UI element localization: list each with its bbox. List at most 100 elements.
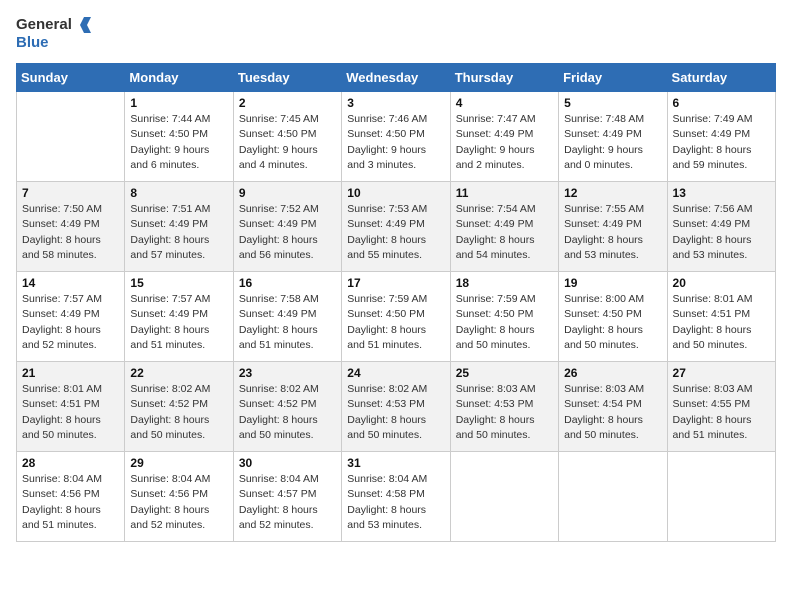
calendar-cell: 26 Sunrise: 8:03 AMSunset: 4:54 PMDayligh… [559,362,667,452]
day-info: Sunrise: 7:44 AMSunset: 4:50 PMDaylight:… [130,112,227,173]
day-number: 19 [564,276,661,290]
day-info: Sunrise: 7:47 AMSunset: 4:49 PMDaylight:… [456,112,553,173]
day-number: 29 [130,456,227,470]
day-info: Sunrise: 7:54 AMSunset: 4:49 PMDaylight:… [456,202,553,263]
calendar-cell: 4 Sunrise: 7:47 AMSunset: 4:49 PMDaylight… [450,92,558,182]
calendar-cell [450,452,558,542]
calendar-cell [667,452,775,542]
logo-flag-icon [74,16,92,34]
day-info: Sunrise: 8:03 AMSunset: 4:54 PMDaylight:… [564,382,661,443]
weekday-header: Wednesday [342,64,450,92]
day-info: Sunrise: 7:57 AMSunset: 4:49 PMDaylight:… [130,292,227,353]
calendar-cell: 18Sunrise: 7:59 AMSunset: 4:50 PMDayligh… [450,272,558,362]
day-number: 21 [22,366,119,380]
day-info: Sunrise: 7:55 AMSunset: 4:49 PMDaylight:… [564,202,661,263]
day-number: 13 [673,186,770,200]
day-number: 6 [673,96,770,110]
day-info: Sunrise: 8:04 AMSunset: 4:57 PMDaylight:… [239,472,336,533]
day-number: 27 [673,366,770,380]
calendar-cell: 14Sunrise: 7:57 AMSunset: 4:49 PMDayligh… [17,272,125,362]
calendar-cell: 19 Sunrise: 8:00 AMSunset: 4:50 PMDayligh… [559,272,667,362]
day-number: 9 [239,186,336,200]
calendar-cell: 22 Sunrise: 8:02 AMSunset: 4:52 PMDayligh… [125,362,233,452]
logo-general: General [16,16,72,33]
calendar-cell: 11 Sunrise: 7:54 AMSunset: 4:49 PMDayligh… [450,182,558,272]
day-number: 28 [22,456,119,470]
calendar-cell: 30 Sunrise: 8:04 AMSunset: 4:57 PMDayligh… [233,452,341,542]
day-number: 16 [239,276,336,290]
calendar-cell: 12 Sunrise: 7:55 AMSunset: 4:49 PMDayligh… [559,182,667,272]
day-info: Sunrise: 8:04 AMSunset: 4:58 PMDaylight:… [347,472,444,533]
calendar-table: SundayMondayTuesdayWednesdayThursdayFrid… [16,63,776,542]
calendar-cell: 20Sunrise: 8:01 AMSunset: 4:51 PMDayligh… [667,272,775,362]
calendar-cell: 10 Sunrise: 7:53 AMSunset: 4:49 PMDayligh… [342,182,450,272]
day-info: Sunrise: 8:02 AMSunset: 4:52 PMDaylight:… [239,382,336,443]
day-info: Sunrise: 8:01 AMSunset: 4:51 PMDaylight:… [22,382,119,443]
day-info: Sunrise: 8:03 AMSunset: 4:55 PMDaylight:… [673,382,770,443]
calendar-cell: 23 Sunrise: 8:02 AMSunset: 4:52 PMDayligh… [233,362,341,452]
day-info: Sunrise: 8:04 AMSunset: 4:56 PMDaylight:… [130,472,227,533]
calendar-cell: 28 Sunrise: 8:04 AMSunset: 4:56 PMDayligh… [17,452,125,542]
day-info: Sunrise: 8:03 AMSunset: 4:53 PMDaylight:… [456,382,553,443]
weekday-header: Thursday [450,64,558,92]
day-number: 5 [564,96,661,110]
calendar-cell: 17 Sunrise: 7:59 AMSunset: 4:50 PMDayligh… [342,272,450,362]
calendar-cell: 8Sunrise: 7:51 AMSunset: 4:49 PMDaylight… [125,182,233,272]
day-number: 20 [673,276,770,290]
day-info: Sunrise: 7:53 AMSunset: 4:49 PMDaylight:… [347,202,444,263]
day-number: 31 [347,456,444,470]
day-info: Sunrise: 8:04 AMSunset: 4:56 PMDaylight:… [22,472,119,533]
calendar-cell: 21 Sunrise: 8:01 AMSunset: 4:51 PMDayligh… [17,362,125,452]
calendar-cell: 24Sunrise: 8:02 AMSunset: 4:53 PMDayligh… [342,362,450,452]
day-number: 10 [347,186,444,200]
calendar-cell: 15 Sunrise: 7:57 AMSunset: 4:49 PMDayligh… [125,272,233,362]
day-number: 3 [347,96,444,110]
weekday-header: Saturday [667,64,775,92]
day-info: Sunrise: 7:59 AMSunset: 4:50 PMDaylight:… [456,292,553,353]
day-number: 15 [130,276,227,290]
day-number: 24 [347,366,444,380]
weekday-header: Friday [559,64,667,92]
day-info: Sunrise: 7:57 AMSunset: 4:49 PMDaylight:… [22,292,119,353]
day-info: Sunrise: 7:48 AMSunset: 4:49 PMDaylight:… [564,112,661,173]
day-number: 1 [130,96,227,110]
day-info: Sunrise: 7:45 AMSunset: 4:50 PMDaylight:… [239,112,336,173]
day-info: Sunrise: 7:59 AMSunset: 4:50 PMDaylight:… [347,292,444,353]
weekday-header: Monday [125,64,233,92]
calendar-cell: 2Sunrise: 7:45 AMSunset: 4:50 PMDaylight… [233,92,341,182]
day-number: 11 [456,186,553,200]
day-info: Sunrise: 8:00 AMSunset: 4:50 PMDaylight:… [564,292,661,353]
day-number: 22 [130,366,227,380]
day-number: 25 [456,366,553,380]
day-info: Sunrise: 8:02 AMSunset: 4:52 PMDaylight:… [130,382,227,443]
weekday-header: Sunday [17,64,125,92]
logo-blue: Blue [16,34,92,51]
day-info: Sunrise: 7:56 AMSunset: 4:49 PMDaylight:… [673,202,770,263]
day-number: 4 [456,96,553,110]
calendar-cell: 25 Sunrise: 8:03 AMSunset: 4:53 PMDayligh… [450,362,558,452]
calendar-cell: 7Sunrise: 7:50 AMSunset: 4:49 PMDaylight… [17,182,125,272]
calendar-cell: 29 Sunrise: 8:04 AMSunset: 4:56 PMDayligh… [125,452,233,542]
logo-container: General Blue [16,16,92,51]
day-info: Sunrise: 7:52 AMSunset: 4:49 PMDaylight:… [239,202,336,263]
day-number: 23 [239,366,336,380]
day-info: Sunrise: 7:58 AMSunset: 4:49 PMDaylight:… [239,292,336,353]
calendar-cell: 31 Sunrise: 8:04 AMSunset: 4:58 PMDayligh… [342,452,450,542]
day-number: 17 [347,276,444,290]
calendar-cell [559,452,667,542]
calendar-cell: 9 Sunrise: 7:52 AMSunset: 4:49 PMDaylight… [233,182,341,272]
calendar-cell: 3 Sunrise: 7:46 AMSunset: 4:50 PMDaylight… [342,92,450,182]
calendar-cell: 1 Sunrise: 7:44 AMSunset: 4:50 PMDaylight… [125,92,233,182]
calendar-cell: 16 Sunrise: 7:58 AMSunset: 4:49 PMDayligh… [233,272,341,362]
weekday-header: Tuesday [233,64,341,92]
day-info: Sunrise: 7:46 AMSunset: 4:50 PMDaylight:… [347,112,444,173]
day-number: 26 [564,366,661,380]
day-number: 30 [239,456,336,470]
calendar-cell: 13 Sunrise: 7:56 AMSunset: 4:49 PMDayligh… [667,182,775,272]
calendar-cell: 5 Sunrise: 7:48 AMSunset: 4:49 PMDaylight… [559,92,667,182]
day-number: 7 [22,186,119,200]
calendar-cell: 6 Sunrise: 7:49 AMSunset: 4:49 PMDaylight… [667,92,775,182]
day-number: 8 [130,186,227,200]
day-info: Sunrise: 7:49 AMSunset: 4:49 PMDaylight:… [673,112,770,173]
day-number: 12 [564,186,661,200]
